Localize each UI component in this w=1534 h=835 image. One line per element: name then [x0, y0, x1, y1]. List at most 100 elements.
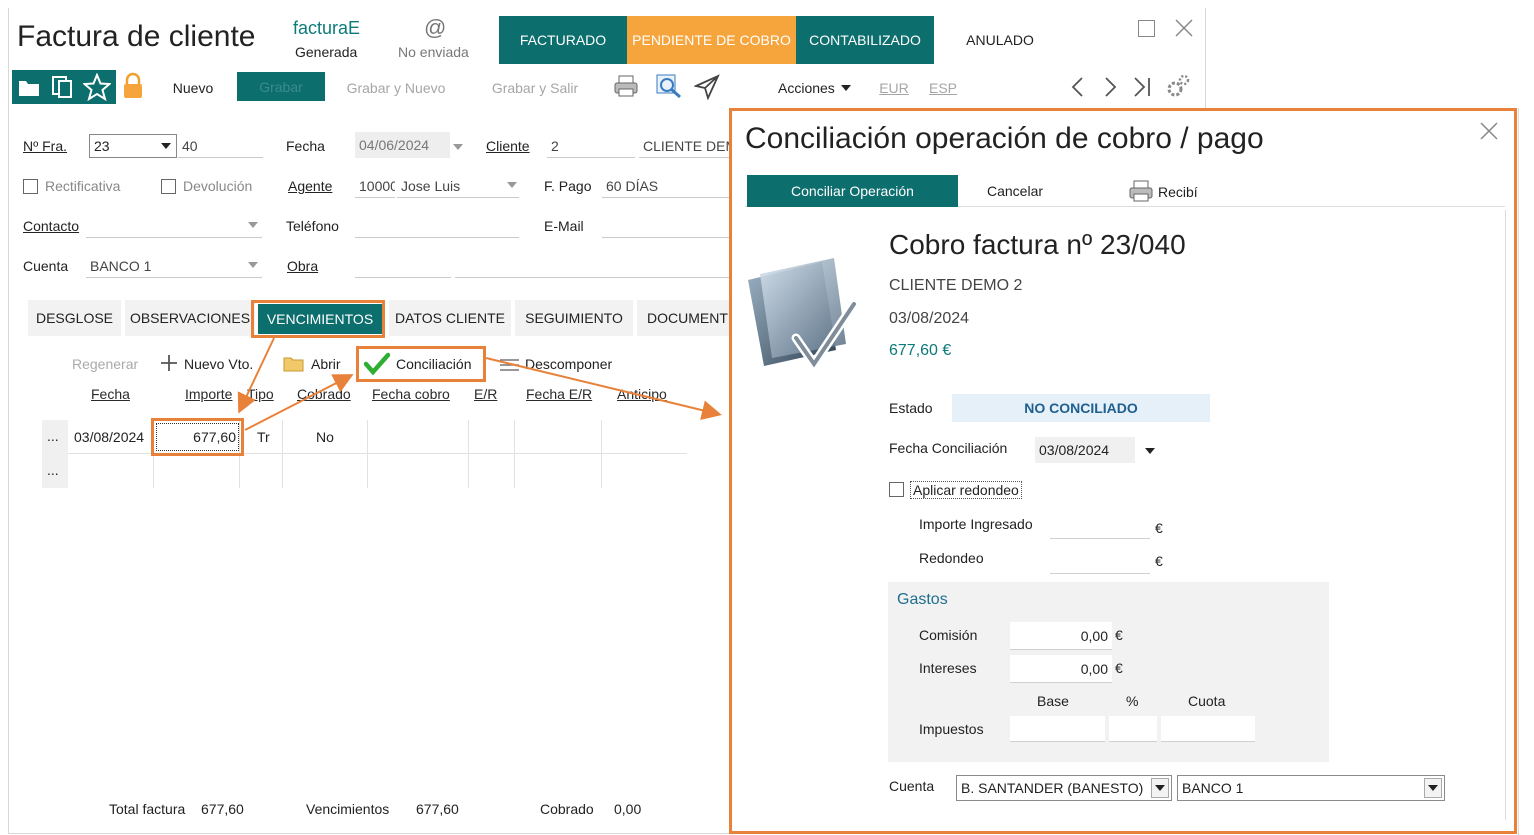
close-icon[interactable]	[1480, 122, 1498, 140]
chevron-down-icon[interactable]	[248, 262, 258, 268]
cancelar-button[interactable]: Cancelar	[958, 175, 1072, 207]
col-cobrado[interactable]: Cobrado	[297, 386, 351, 402]
regenerar-button[interactable]: Regenerar	[72, 356, 138, 372]
conciliar-operacion-button[interactable]: Conciliar Operación	[747, 175, 958, 207]
cliente-label[interactable]: Cliente	[486, 138, 530, 154]
col-fecha-cobro[interactable]: Fecha cobro	[372, 386, 450, 402]
cell-importe[interactable]: 677,60	[156, 423, 239, 451]
conciliacion-button[interactable]: Conciliación	[396, 356, 471, 372]
obra-name[interactable]	[455, 254, 729, 278]
close-icon[interactable]	[1175, 19, 1193, 37]
cliente-name[interactable]: CLIENTE DEM	[639, 134, 729, 158]
cuenta-field[interactable]: BANCO 1	[86, 254, 262, 278]
obra-label[interactable]: Obra	[287, 258, 318, 274]
window-title: Factura de cliente	[17, 20, 256, 53]
numero-field[interactable]: 40	[178, 134, 263, 158]
settings-icon[interactable]	[1164, 72, 1192, 100]
nuevo-button[interactable]: Nuevo	[160, 72, 226, 104]
maximize-icon[interactable]	[1138, 20, 1155, 37]
intereses-field[interactable]: 0,00	[1010, 655, 1112, 683]
contacto-label[interactable]: Contacto	[23, 218, 79, 234]
serie-select[interactable]: 23	[89, 134, 177, 158]
col-fecha-er[interactable]: Fecha E/R	[526, 386, 592, 402]
cuenta-sub-select[interactable]: BANCO 1	[1177, 775, 1445, 801]
redondeo-field[interactable]	[1050, 546, 1150, 574]
aplicar-redondeo-checkbox[interactable]	[889, 482, 904, 497]
impuestos-cuota-field[interactable]	[1161, 716, 1255, 742]
tab-datos-cliente[interactable]: DATOS CLIENTE	[389, 300, 511, 336]
folder-icon[interactable]	[17, 76, 41, 98]
cell-fecha[interactable]: 03/08/2024	[74, 429, 144, 445]
lock-icon[interactable]	[121, 72, 145, 100]
tab-documentos[interactable]: DOCUMENT	[637, 300, 729, 336]
aplicar-redondeo-label[interactable]: Aplicar redondeo	[910, 481, 1022, 499]
serie-value: 23	[94, 138, 110, 154]
comision-field[interactable]: 0,00	[1010, 622, 1112, 650]
chevron-down-icon[interactable]	[1424, 778, 1442, 798]
chevron-down-icon[interactable]	[248, 222, 258, 228]
fpago-label: F. Pago	[544, 178, 592, 194]
telefono-field[interactable]	[355, 214, 519, 238]
devolucion-checkbox[interactable]	[161, 179, 176, 194]
chevron-left-icon[interactable]	[1068, 76, 1088, 98]
chevron-down-icon[interactable]	[453, 144, 463, 150]
cell-cobrado[interactable]: No	[316, 429, 334, 445]
print-icon[interactable]	[613, 74, 639, 98]
grid-divider	[367, 420, 368, 488]
acciones-menu[interactable]: Acciones	[778, 72, 858, 104]
agente-code[interactable]: 10000	[355, 174, 395, 198]
gastos-title: Gastos	[897, 591, 948, 608]
row-marker[interactable]: ...	[47, 428, 59, 444]
fpago-field[interactable]: 60 DÍAS	[602, 174, 729, 198]
col-tipo[interactable]: Tipo	[247, 386, 274, 402]
col-importe[interactable]: Importe	[185, 386, 232, 402]
last-record-icon[interactable]	[1131, 76, 1153, 98]
chevron-down-icon[interactable]	[158, 137, 174, 155]
rectificativa-checkbox[interactable]	[23, 179, 38, 194]
tab-observaciones[interactable]: OBSERVACIONES	[125, 300, 255, 336]
nfra-label[interactable]: Nº Fra.	[23, 138, 67, 154]
col-er[interactable]: E/R	[474, 386, 497, 402]
preview-icon[interactable]	[655, 73, 683, 99]
col-anticipo[interactable]: Anticipo	[617, 386, 667, 402]
nuevo-vto-button[interactable]: Nuevo Vto.	[184, 356, 253, 372]
tab-seguimiento[interactable]: SEGUIMIENTO	[515, 300, 633, 336]
chevron-down-icon[interactable]	[1145, 448, 1155, 454]
obra-code[interactable]	[355, 254, 451, 278]
cuenta-label: Cuenta	[23, 258, 69, 274]
currency-eur[interactable]: EUR	[876, 72, 912, 104]
cuenta-banco-select[interactable]: B. SANTANDER (BANESTO)	[956, 775, 1172, 801]
facturae-label[interactable]: facturaE	[293, 18, 360, 39]
tab-desglose[interactable]: DESGLOSE	[28, 300, 121, 336]
chevron-down-icon[interactable]	[1151, 778, 1169, 798]
copy-icon[interactable]	[50, 74, 74, 100]
cell-tipo[interactable]: Tr	[257, 429, 270, 445]
impuestos-base-field[interactable]	[1010, 716, 1105, 742]
agente-label[interactable]: Agente	[288, 178, 332, 194]
star-icon[interactable]	[83, 73, 111, 101]
row-marker[interactable]: ...	[47, 462, 59, 478]
fecha-field[interactable]: 04/06/2024	[355, 132, 450, 158]
abrir-button[interactable]: Abrir	[311, 356, 341, 372]
email-icon[interactable]: @	[424, 15, 446, 41]
contacto-field[interactable]	[86, 214, 262, 238]
vencimientos-label: Vencimientos	[306, 801, 390, 817]
impuestos-pct-field[interactable]	[1109, 716, 1157, 742]
send-icon[interactable]	[694, 74, 720, 100]
grabar-nuevo-button[interactable]: Grabar y Nuevo	[336, 72, 456, 104]
cliente-code[interactable]: 2	[547, 134, 635, 158]
email-field[interactable]	[602, 214, 729, 238]
grabar-salir-button[interactable]: Grabar y Salir	[482, 72, 588, 104]
agente-name[interactable]: Jose Luis	[397, 174, 519, 198]
chevron-down-icon[interactable]	[507, 182, 517, 188]
grabar-button[interactable]: Grabar	[237, 72, 325, 101]
importe-ingresado-field[interactable]	[1050, 511, 1150, 539]
euro-symbol: €	[1155, 553, 1163, 569]
descomponer-button[interactable]: Descomponer	[525, 356, 612, 372]
plus-icon	[161, 355, 177, 371]
language-esp[interactable]: ESP	[926, 72, 960, 104]
chevron-right-icon[interactable]	[1100, 76, 1120, 98]
fecha-conciliacion-field[interactable]: 03/08/2024	[1035, 437, 1135, 463]
recibi-button[interactable]: Recibí	[1158, 184, 1198, 200]
col-fecha[interactable]: Fecha	[91, 386, 130, 402]
